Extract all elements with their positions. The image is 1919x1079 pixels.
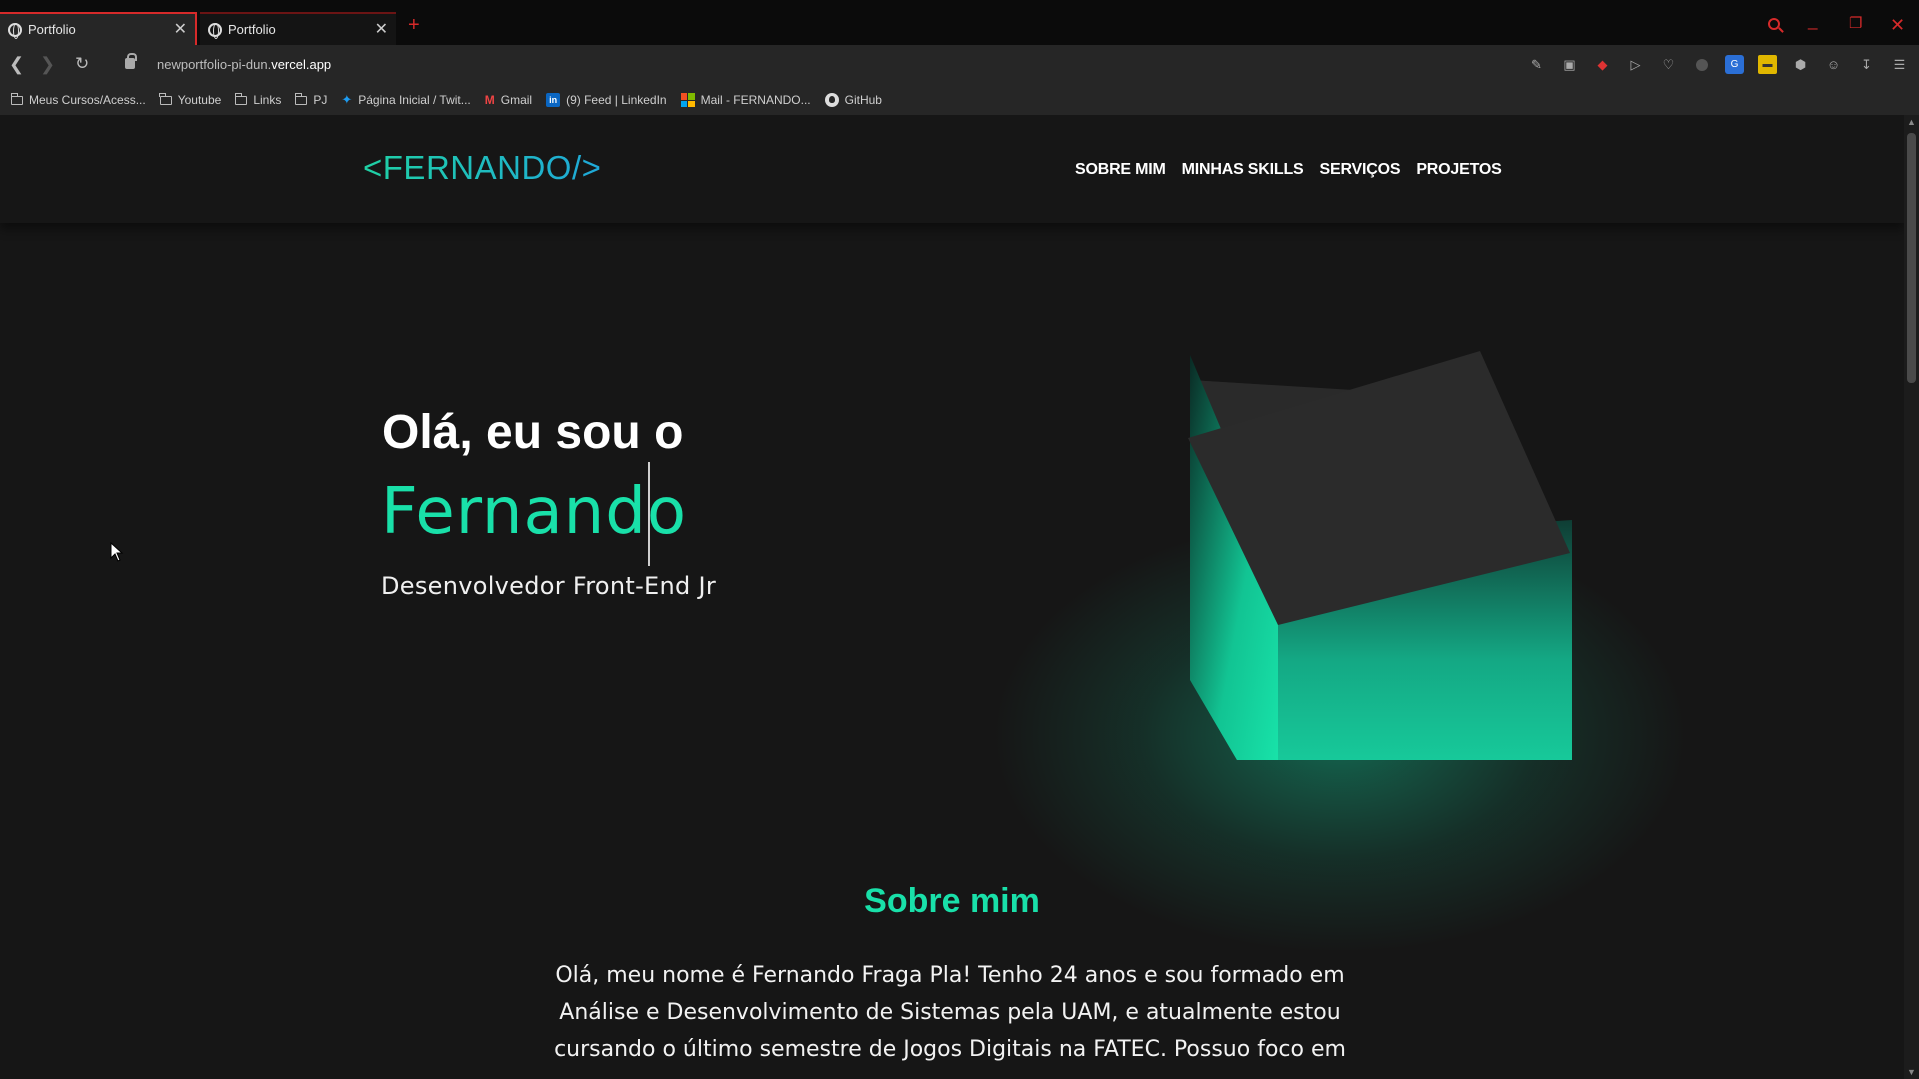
camera-icon[interactable]: ▣	[1560, 55, 1579, 74]
scroll-thumb[interactable]	[1907, 133, 1916, 383]
hero-name: Fernando	[381, 475, 687, 549]
nav-servicos[interactable]: SERVIÇOS	[1320, 161, 1401, 179]
cube-extension-icon[interactable]: ⬢	[1791, 55, 1810, 74]
new-tab-button[interactable]: +	[408, 15, 420, 35]
edit-icon[interactable]: ✎	[1527, 55, 1546, 74]
maximize-button[interactable]: ❐	[1849, 16, 1862, 31]
site-nav: SOBRE MIM MINHAS SKILLS SERVIÇOS PROJETO…	[1075, 161, 1502, 179]
bookmark-youtube[interactable]: Youtube	[159, 92, 222, 107]
bookmark-label: Links	[253, 93, 282, 107]
tab-bar: Portfolio ✕ Portfolio ✕ + _ ❐ ✕	[0, 0, 1919, 45]
typing-caret	[648, 462, 650, 566]
about-line-3: cursando o último semestre de Jogos Digi…	[554, 1037, 1346, 1062]
extension-toolbar: ✎ ▣ ◆ ▷ ♡ G ▬ ⬢ ☺ ↧ ☰	[1527, 55, 1909, 74]
menu-icon[interactable]: ☰	[1890, 55, 1909, 74]
url-prefix: newportfolio-pi-dun.	[157, 57, 272, 72]
linkedin-icon: in	[546, 93, 561, 107]
forward-icon[interactable]: ❯	[40, 55, 55, 73]
translate-icon[interactable]: G	[1725, 55, 1744, 74]
gmail-icon: M	[484, 93, 495, 107]
minimize-button[interactable]: _	[1808, 12, 1817, 29]
nav-minhas-skills[interactable]: MINHAS SKILLS	[1182, 161, 1304, 179]
bookmark-twitter[interactable]: ✦ Página Inicial / Twit...	[341, 92, 470, 108]
bookmark-label: Mail - FERNANDO...	[700, 93, 811, 107]
github-icon	[824, 93, 839, 107]
notes-extension-icon[interactable]: ▬	[1758, 55, 1777, 74]
lock-icon[interactable]	[125, 53, 137, 69]
site-logo[interactable]: <FERNANDO/>	[363, 149, 601, 187]
bookmark-gmail[interactable]: M Gmail	[485, 93, 532, 107]
about-line-1: Olá, meu nome é Fernando Fraga Pla! Tenh…	[555, 963, 1345, 988]
tab-portfolio-active[interactable]: Portfolio ✕	[0, 12, 197, 45]
bookmark-mail[interactable]: Mail - FERNANDO...	[680, 93, 811, 107]
bookmark-label: GitHub	[844, 93, 882, 107]
bookmark-label: Gmail	[500, 93, 533, 107]
folder-icon	[10, 92, 23, 105]
folder-icon	[159, 92, 172, 105]
bookmark-meus-cursos[interactable]: Meus Cursos/Acess...	[10, 92, 146, 107]
bookmark-pj[interactable]: PJ	[294, 92, 328, 107]
reload-icon[interactable]: ↻	[75, 55, 89, 72]
nav-projetos[interactable]: PROJETOS	[1416, 161, 1501, 179]
url-field[interactable]: newportfolio-pi-dun.vercel.app	[157, 57, 331, 72]
twitter-icon: ✦	[341, 92, 353, 107]
bookmark-label: (9) Feed | LinkedIn	[566, 93, 667, 107]
profile-icon[interactable]: ☺	[1824, 55, 1843, 74]
scroll-up-icon[interactable]: ▲	[1907, 117, 1916, 127]
tab-title: Portfolio	[228, 22, 276, 37]
nav-sobre-mim[interactable]: SOBRE MIM	[1075, 161, 1166, 179]
microsoft-icon	[680, 93, 695, 107]
url-domain: vercel.app	[271, 57, 332, 72]
bookmark-linkedin[interactable]: in (9) Feed | LinkedIn	[546, 93, 667, 107]
close-window-button[interactable]: ✕	[1890, 16, 1905, 34]
bookmarks-bar: Meus Cursos/Acess... Youtube Links PJ ✦ P…	[0, 85, 1919, 115]
globe-icon	[208, 22, 222, 39]
globe-icon	[8, 22, 22, 39]
address-bar: ❮ ❯ ↻ newportfolio-pi-dun.vercel.app ✎ ▣…	[0, 45, 1919, 85]
about-line-2: Análise e Desenvolvimento de Sistemas pe…	[559, 1000, 1341, 1025]
extension-circle-icon[interactable]	[1692, 55, 1711, 74]
folder-icon	[294, 92, 308, 105]
about-title: Sobre mim	[864, 882, 1040, 920]
bookmark-label: Meus Cursos/Acess...	[29, 93, 146, 107]
heart-icon[interactable]: ♡	[1659, 55, 1678, 74]
bookmark-github[interactable]: GitHub	[824, 93, 882, 107]
bookmark-label: PJ	[313, 93, 328, 107]
folder-icon	[234, 92, 248, 105]
download-icon[interactable]: ↧	[1857, 55, 1876, 74]
shield-icon[interactable]: ◆	[1593, 55, 1612, 74]
hero-role: Desenvolvedor Front-End Jr	[381, 572, 717, 600]
page-viewport: <FERNANDO/> SOBRE MIM MINHAS SKILLS SERV…	[0, 115, 1904, 1079]
mouse-pointer-icon	[110, 542, 124, 562]
close-tab-icon[interactable]: ✕	[174, 21, 187, 38]
hero-cube-image	[1188, 351, 1572, 760]
bookmark-label: Página Inicial / Twit...	[358, 93, 471, 107]
hero-greeting: Olá, eu sou o	[382, 406, 684, 459]
about-text: Olá, meu nome é Fernando Fraga Pla! Tenh…	[520, 957, 1380, 1068]
bookmark-links[interactable]: Links	[234, 92, 282, 107]
site-header: <FERNANDO/> SOBRE MIM MINHAS SKILLS SERV…	[0, 115, 1904, 223]
bookmark-label: Youtube	[177, 93, 222, 107]
back-icon[interactable]: ❮	[9, 55, 24, 73]
tab-portfolio[interactable]: Portfolio ✕	[200, 12, 396, 45]
play-icon[interactable]: ▷	[1626, 55, 1645, 74]
tab-title: Portfolio	[28, 22, 76, 37]
page-scrollbar[interactable]: ▲ ▼	[1904, 115, 1919, 1079]
close-tab-icon[interactable]: ✕	[375, 21, 388, 38]
search-tabs-icon[interactable]	[1768, 16, 1780, 33]
scroll-down-icon[interactable]: ▼	[1907, 1067, 1916, 1077]
